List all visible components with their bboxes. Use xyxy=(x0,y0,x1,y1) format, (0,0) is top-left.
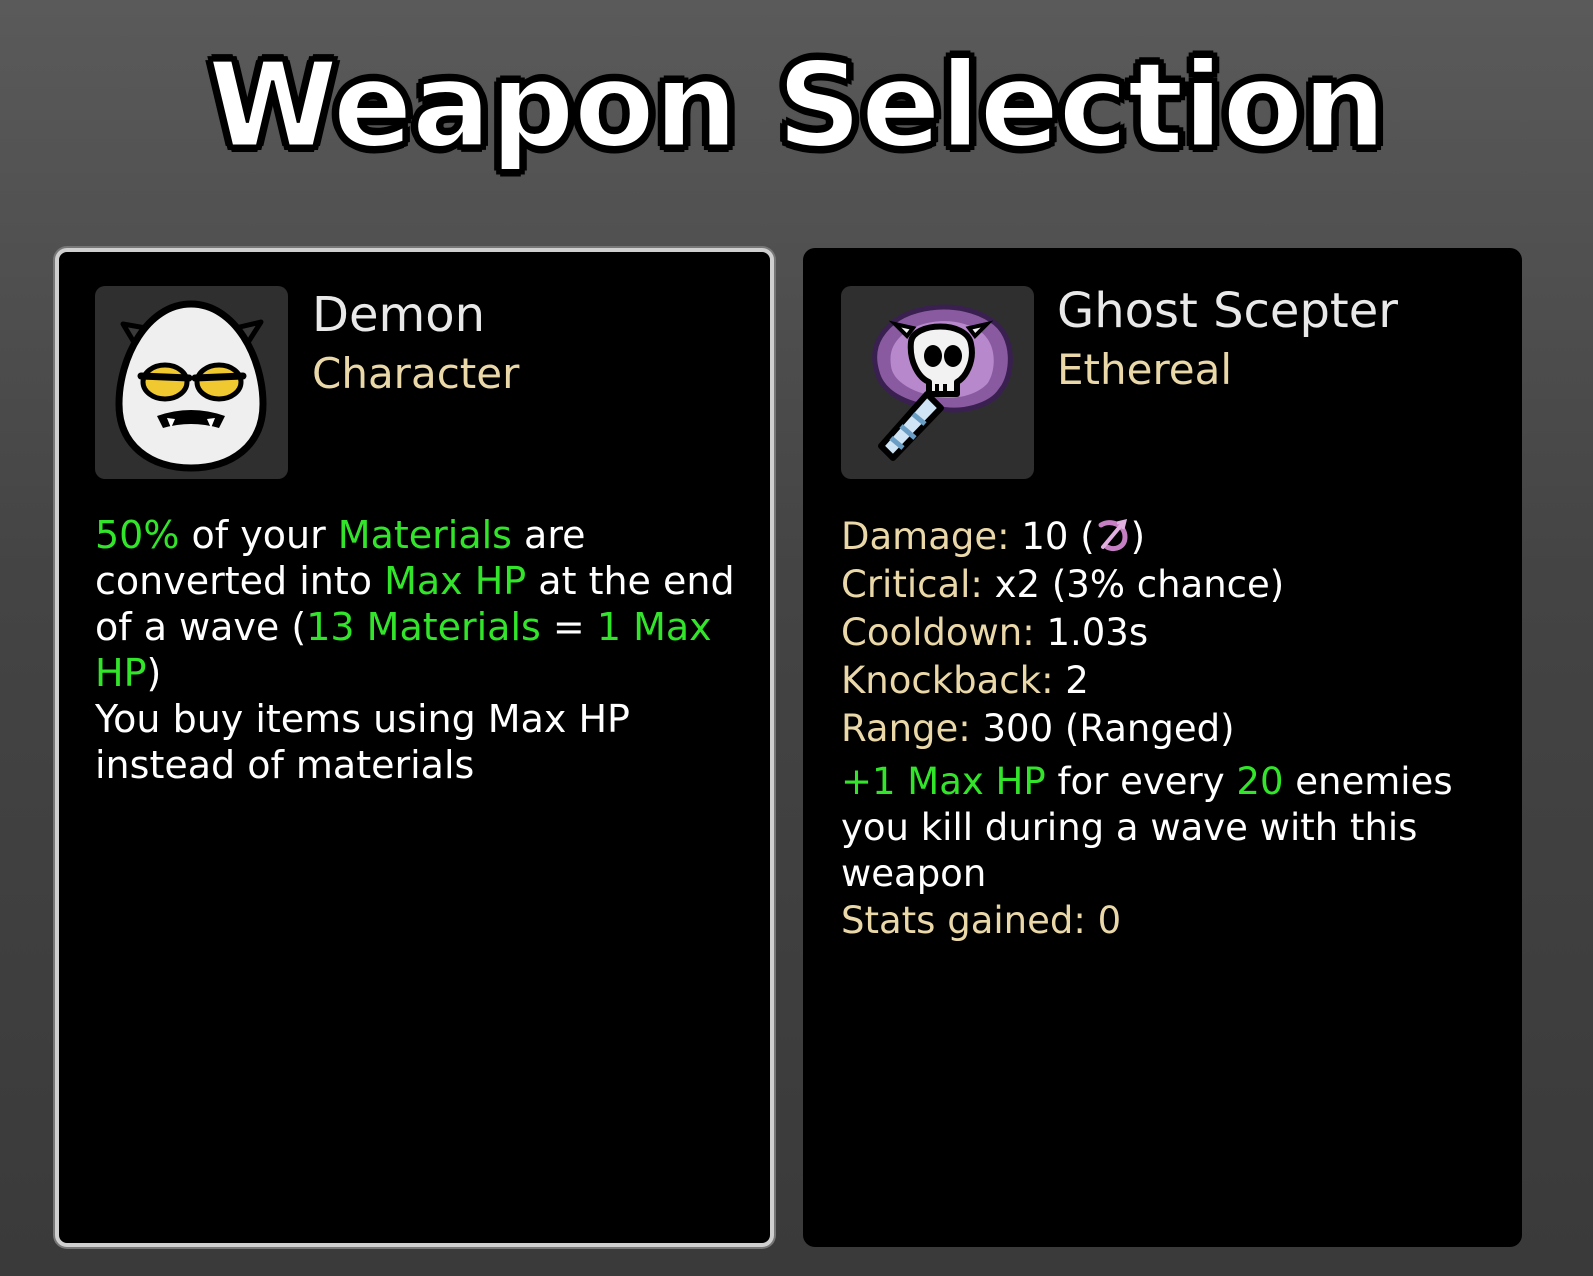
stats-gained: Stats gained: 0 xyxy=(841,897,1501,945)
character-effect-text: 50% of your Materials are converted into… xyxy=(95,512,735,696)
stat-label: Knockback xyxy=(841,659,1042,702)
stat-range: Range: 300 (Ranged) xyxy=(841,705,1501,753)
ghost-scepter-icon xyxy=(872,304,1013,461)
character-portrait xyxy=(95,286,288,479)
highlight-text: 20 xyxy=(1236,760,1284,803)
character-name: Demon xyxy=(312,287,486,343)
weapon-name: Ghost Scepter xyxy=(1057,283,1399,339)
weapon-type: Ethereal xyxy=(1057,345,1233,394)
highlight-text: +1 Max HP xyxy=(841,760,1046,803)
stat-label: Range xyxy=(841,707,959,750)
stat-knockback: Knockback: 2 xyxy=(841,657,1501,705)
stat-value: 300 (Ranged) xyxy=(982,707,1235,750)
demon-egg-icon xyxy=(115,300,267,472)
stat-value: 2 xyxy=(1065,659,1089,702)
character-effect-text-2: You buy items using Max HP instead of ma… xyxy=(95,697,630,787)
stat-value: 0 xyxy=(1097,899,1122,942)
highlight-text: 50% xyxy=(95,513,180,557)
stat-colon: : xyxy=(1073,899,1098,942)
weapon-effect-text: +1 Max HP for every 20 enemies you kill … xyxy=(841,759,1501,897)
stat-cooldown: Cooldown: 1.03s xyxy=(841,609,1501,657)
stat-value: x2 (3% chance) xyxy=(994,563,1285,606)
stat-label: Stats gained xyxy=(841,899,1074,942)
stat-label: Critical xyxy=(841,563,971,606)
screen-title: Weapon Selection xyxy=(206,36,1388,174)
character-description: 50% of your Materials are converted into… xyxy=(95,512,735,788)
character-card[interactable]: Demon Character 50% of your Materials ar… xyxy=(55,248,774,1247)
highlight-text: Materials xyxy=(337,513,512,557)
stat-colon: : xyxy=(958,707,983,750)
stat-colon: : xyxy=(997,515,1022,558)
highlight-text: Max HP xyxy=(384,559,527,603)
plain-text: of your xyxy=(179,513,338,557)
stat-critical: Critical: x2 (3% chance) xyxy=(841,561,1501,609)
stat-colon: : xyxy=(1022,611,1047,654)
plain-text: for every xyxy=(1045,760,1237,803)
stat-value-suffix: ) xyxy=(1130,515,1146,558)
weapon-card[interactable]: Ghost Scepter Ethereal Damage: 10 ( ) Cr… xyxy=(803,248,1522,1247)
stat-colon: : xyxy=(1041,659,1066,702)
weapon-portrait xyxy=(841,286,1034,479)
stat-label: Damage xyxy=(841,515,998,558)
stat-damage: Damage: 10 ( ) xyxy=(841,513,1501,561)
highlight-text: 13 Materials xyxy=(306,605,541,649)
stat-label: Cooldown xyxy=(841,611,1023,654)
elemental-scaling-icon xyxy=(1098,518,1128,552)
stat-value: 1.03s xyxy=(1046,611,1149,654)
plain-text: ) xyxy=(146,651,162,695)
stat-colon: : xyxy=(970,563,995,606)
plain-text: = xyxy=(540,605,597,649)
stat-value: 10 ( xyxy=(1021,515,1095,558)
character-type: Character xyxy=(312,349,520,398)
weapon-stats: Damage: 10 ( ) Critical: x2 (3% chance) … xyxy=(841,513,1501,945)
